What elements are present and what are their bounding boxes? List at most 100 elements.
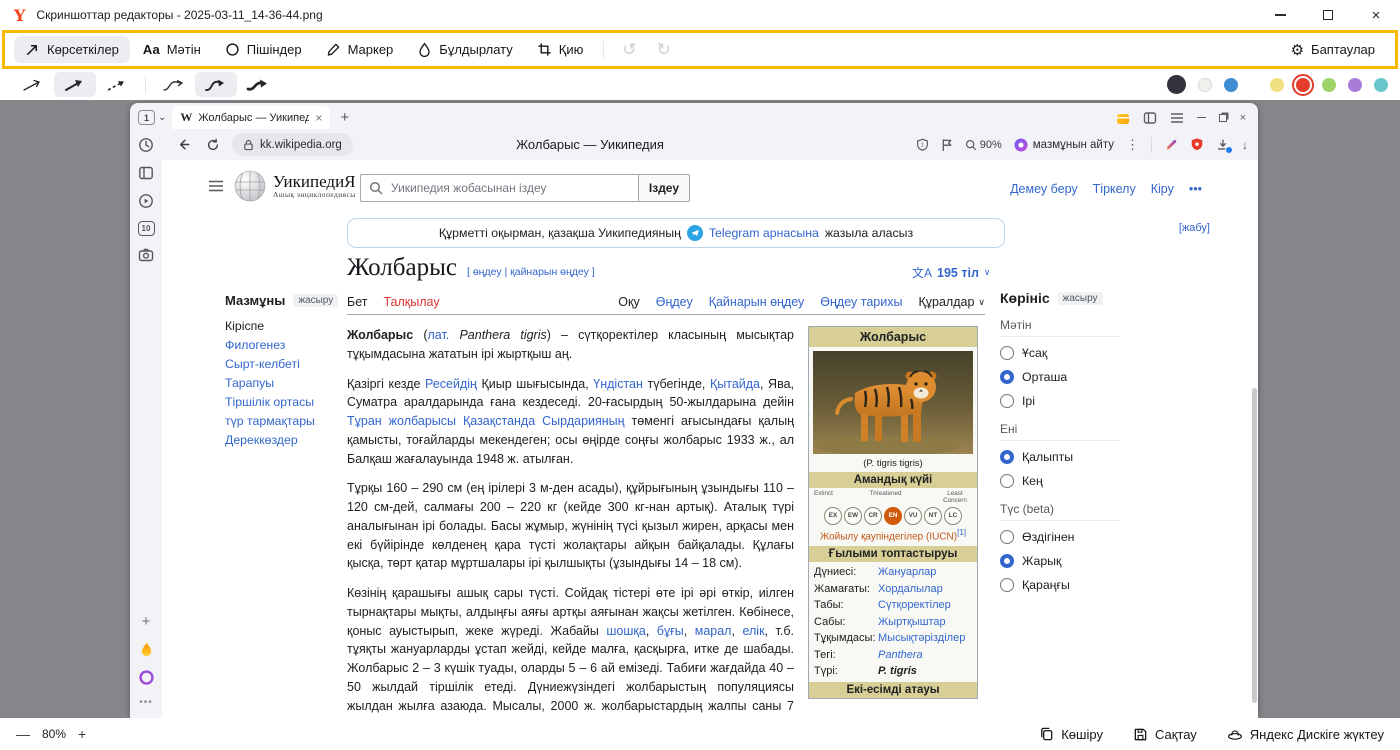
- radio-option[interactable]: Қараңғы: [1000, 578, 1120, 592]
- wiki-link[interactable]: бұғы: [657, 624, 684, 638]
- main-menu-button[interactable]: [208, 180, 224, 192]
- add-panel-icon[interactable]: +: [142, 613, 151, 630]
- arrow-style-solid-button[interactable]: [54, 72, 96, 97]
- wiki-link[interactable]: Ресейдің: [425, 377, 477, 391]
- toc-item[interactable]: түр тармақтары: [225, 412, 345, 431]
- taxon-link[interactable]: Хордалылар: [878, 581, 943, 598]
- tab-edit-source[interactable]: Қайнарын өңдеу: [709, 295, 805, 309]
- tool-arrows-button[interactable]: Көрсеткілер: [14, 36, 130, 63]
- taxon-link[interactable]: Panthera: [878, 647, 923, 664]
- tab-history[interactable]: Өңдеу тарихы: [820, 295, 902, 309]
- side-panels-icon[interactable]: [1143, 111, 1157, 125]
- wiki-link[interactable]: марал: [695, 624, 732, 638]
- browser-minimize-button[interactable]: [1197, 117, 1206, 118]
- reload-button[interactable]: [202, 134, 224, 156]
- tool-shapes-button[interactable]: Пішіндер: [214, 36, 313, 63]
- tab-list-button[interactable]: 1 ⌄: [138, 110, 166, 125]
- toc-hide-button[interactable]: жасыру: [293, 294, 338, 307]
- wiki-link[interactable]: Қазақстанда: [463, 414, 535, 428]
- radio-option[interactable]: Кең: [1000, 474, 1120, 488]
- reference-link[interactable]: [1]: [957, 528, 966, 537]
- iucn-status-link[interactable]: Жойылу қаупіндегілер (IUCN): [820, 531, 957, 542]
- adblock-shield-icon[interactable]: [1190, 137, 1204, 152]
- page-zoom-control[interactable]: 90%: [965, 139, 1002, 151]
- toc-item-intro[interactable]: Кіріспе: [225, 317, 345, 336]
- promo-gift-icon[interactable]: [1116, 111, 1130, 125]
- neuro-pen-icon[interactable]: [1164, 138, 1178, 152]
- history-clock-icon[interactable]: [138, 137, 154, 153]
- color-swatch-purple[interactable]: [1348, 78, 1362, 92]
- radio-option[interactable]: Өздігінен: [1000, 530, 1120, 544]
- search-button[interactable]: Іздеу: [638, 174, 690, 202]
- wiki-link[interactable]: Тұран жолбарысы: [347, 414, 456, 428]
- play-video-icon[interactable]: [138, 193, 154, 209]
- color-swatch-white[interactable]: [1198, 78, 1212, 92]
- wiki-link[interactable]: лат.: [428, 328, 450, 342]
- zoom-in-button[interactable]: +: [78, 726, 86, 742]
- tab-read[interactable]: Оқу: [618, 295, 639, 309]
- language-selector[interactable]: 文A 195 тіл ∨: [912, 264, 990, 281]
- back-button[interactable]: [172, 134, 194, 156]
- appearance-hide-button[interactable]: жасыру: [1058, 292, 1103, 305]
- toc-item[interactable]: Тіршілік ортасы: [225, 393, 345, 412]
- login-link[interactable]: Кіру: [1151, 182, 1174, 196]
- search-input[interactable]: [361, 181, 638, 195]
- toc-item[interactable]: Сырт-келбеті: [225, 355, 345, 374]
- tool-marker-button[interactable]: Маркер: [315, 36, 405, 63]
- neuro-ring-icon[interactable]: [138, 669, 155, 686]
- arrow-style-thin-button[interactable]: [12, 72, 54, 97]
- upload-disk-button[interactable]: Яндекс Дискіге жүктеу: [1227, 727, 1384, 742]
- tab-edit[interactable]: Өңдеу: [656, 295, 693, 309]
- tab-groups-badge[interactable]: 10: [138, 221, 155, 236]
- radio-option-selected[interactable]: Орташа: [1000, 370, 1120, 384]
- new-tab-button[interactable]: +: [336, 109, 353, 126]
- bookmark-flag-icon[interactable]: [941, 138, 953, 152]
- browser-menu-icon[interactable]: [1170, 112, 1184, 124]
- color-swatch-dark[interactable]: [1167, 75, 1186, 94]
- more-options-icon[interactable]: ⋮: [1126, 137, 1139, 153]
- read-aloud-button[interactable]: мазмұнын айту: [1014, 138, 1114, 152]
- taxon-link[interactable]: Жыртқыштар: [878, 614, 946, 631]
- toc-item[interactable]: Филогенез: [225, 336, 345, 355]
- downloads-button[interactable]: [1216, 138, 1230, 152]
- wiki-link[interactable]: Үндістан: [593, 377, 643, 391]
- wiki-link[interactable]: Қытайда: [710, 377, 760, 391]
- download-panel-arrow-icon[interactable]: ↓: [1242, 138, 1248, 152]
- radio-option-selected[interactable]: Қалыпты: [1000, 450, 1120, 464]
- minimize-button[interactable]: [1256, 0, 1304, 30]
- taxon-link[interactable]: Сүтқоректілер: [878, 597, 951, 614]
- tab-tools[interactable]: Құралдар ∨: [918, 295, 985, 309]
- color-swatch-teal[interactable]: [1374, 78, 1388, 92]
- browser-close-button[interactable]: ×: [1240, 112, 1246, 124]
- color-swatch-red-selected[interactable]: [1296, 78, 1310, 92]
- copy-button[interactable]: Көшіру: [1039, 726, 1103, 742]
- browser-tab[interactable]: W Жолбарыс — Уикипед ×: [172, 106, 330, 129]
- tool-blur-button[interactable]: Бұлдырлату: [406, 36, 523, 63]
- zoom-out-button[interactable]: —: [16, 726, 30, 742]
- tab-talk[interactable]: Талқылау: [383, 295, 439, 309]
- telegram-link[interactable]: Telegram арнасына: [709, 226, 819, 240]
- flame-icon[interactable]: [139, 641, 154, 658]
- panels-icon[interactable]: [138, 165, 154, 181]
- taxon-link[interactable]: Мысықтәрізділер: [878, 630, 965, 647]
- title-edit-links[interactable]: [ өңдеу | қайнарын өңдеу ]: [467, 266, 595, 278]
- wikipedia-logo[interactable]: УикипедиЯ Ашық энциклопедиясы: [234, 170, 356, 202]
- wiki-link[interactable]: шошқа: [606, 624, 645, 638]
- address-bar[interactable]: kk.wikipedia.org: [232, 133, 353, 156]
- editor-canvas[interactable]: 1 ⌄ W Жолбарыс — Уикипед × + ×: [0, 100, 1400, 718]
- arrow-style-dashed-button[interactable]: [96, 72, 138, 97]
- toc-item[interactable]: Тарапуы: [225, 374, 345, 393]
- browser-restore-button[interactable]: [1219, 114, 1227, 122]
- toc-item[interactable]: Дереккөздер: [225, 431, 345, 450]
- curved-arrow-bold-button[interactable]: [237, 72, 279, 97]
- undo-button[interactable]: ↺: [613, 40, 645, 60]
- user-menu-ellipsis-icon[interactable]: •••: [1189, 182, 1202, 196]
- register-link[interactable]: Тіркелу: [1093, 182, 1136, 196]
- sidebar-more-icon[interactable]: •••: [139, 697, 153, 708]
- close-button[interactable]: ×: [1352, 0, 1400, 30]
- banner-close-link[interactable]: [жабу]: [1179, 222, 1210, 234]
- color-swatch-blue[interactable]: [1224, 78, 1238, 92]
- wiki-link[interactable]: елік: [742, 624, 764, 638]
- tab-close-icon[interactable]: ×: [315, 111, 322, 125]
- maximize-button[interactable]: [1304, 0, 1352, 30]
